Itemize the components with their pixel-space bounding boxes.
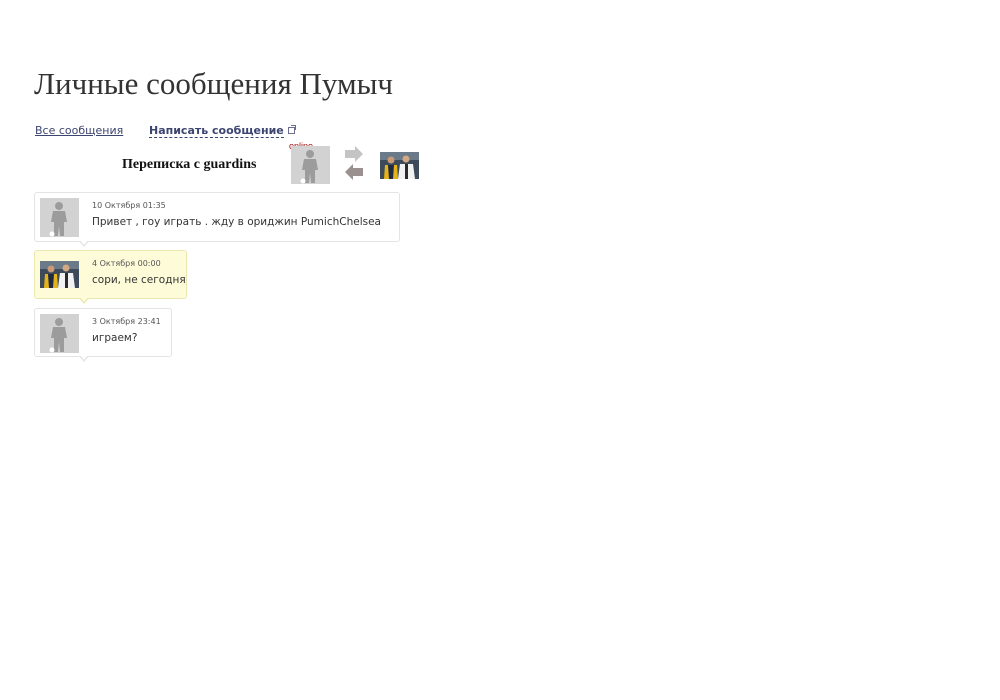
conversation-title: Переписка с guardins [122, 157, 257, 172]
swap-arrows-icon[interactable] [343, 146, 365, 182]
message-date: 10 Октября 01:35 [92, 201, 166, 210]
message-tail [79, 240, 89, 247]
message-tail [79, 297, 89, 304]
popup-icon [288, 125, 296, 134]
message-author-avatar[interactable] [40, 198, 79, 237]
my-avatar[interactable] [380, 152, 419, 179]
message-item: 10 Октября 01:35 Привет , гоу играть . ж… [34, 192, 400, 247]
message-item: 3 Октября 23:41 играем? [34, 308, 172, 362]
message-item: 4 Октября 00:00 сори, не сегодня [34, 250, 187, 304]
message-author-avatar[interactable] [40, 261, 79, 288]
all-messages-link[interactable]: Все сообщения [35, 124, 123, 137]
message-date: 3 Октября 23:41 [92, 317, 161, 326]
message-date: 4 Октября 00:00 [92, 259, 161, 268]
message-author-avatar[interactable] [40, 314, 79, 353]
interlocutor-avatar[interactable] [291, 146, 330, 184]
page-title: Личные сообщения Пумыч [34, 66, 393, 101]
message-text: сори, не сегодня [92, 274, 186, 286]
message-tail [79, 355, 89, 362]
message-text: играем? [92, 332, 138, 344]
write-message-link[interactable]: Написать сообщение [149, 124, 284, 138]
message-text: Привет , гоу играть . жду в ориджин Pumi… [92, 216, 381, 228]
